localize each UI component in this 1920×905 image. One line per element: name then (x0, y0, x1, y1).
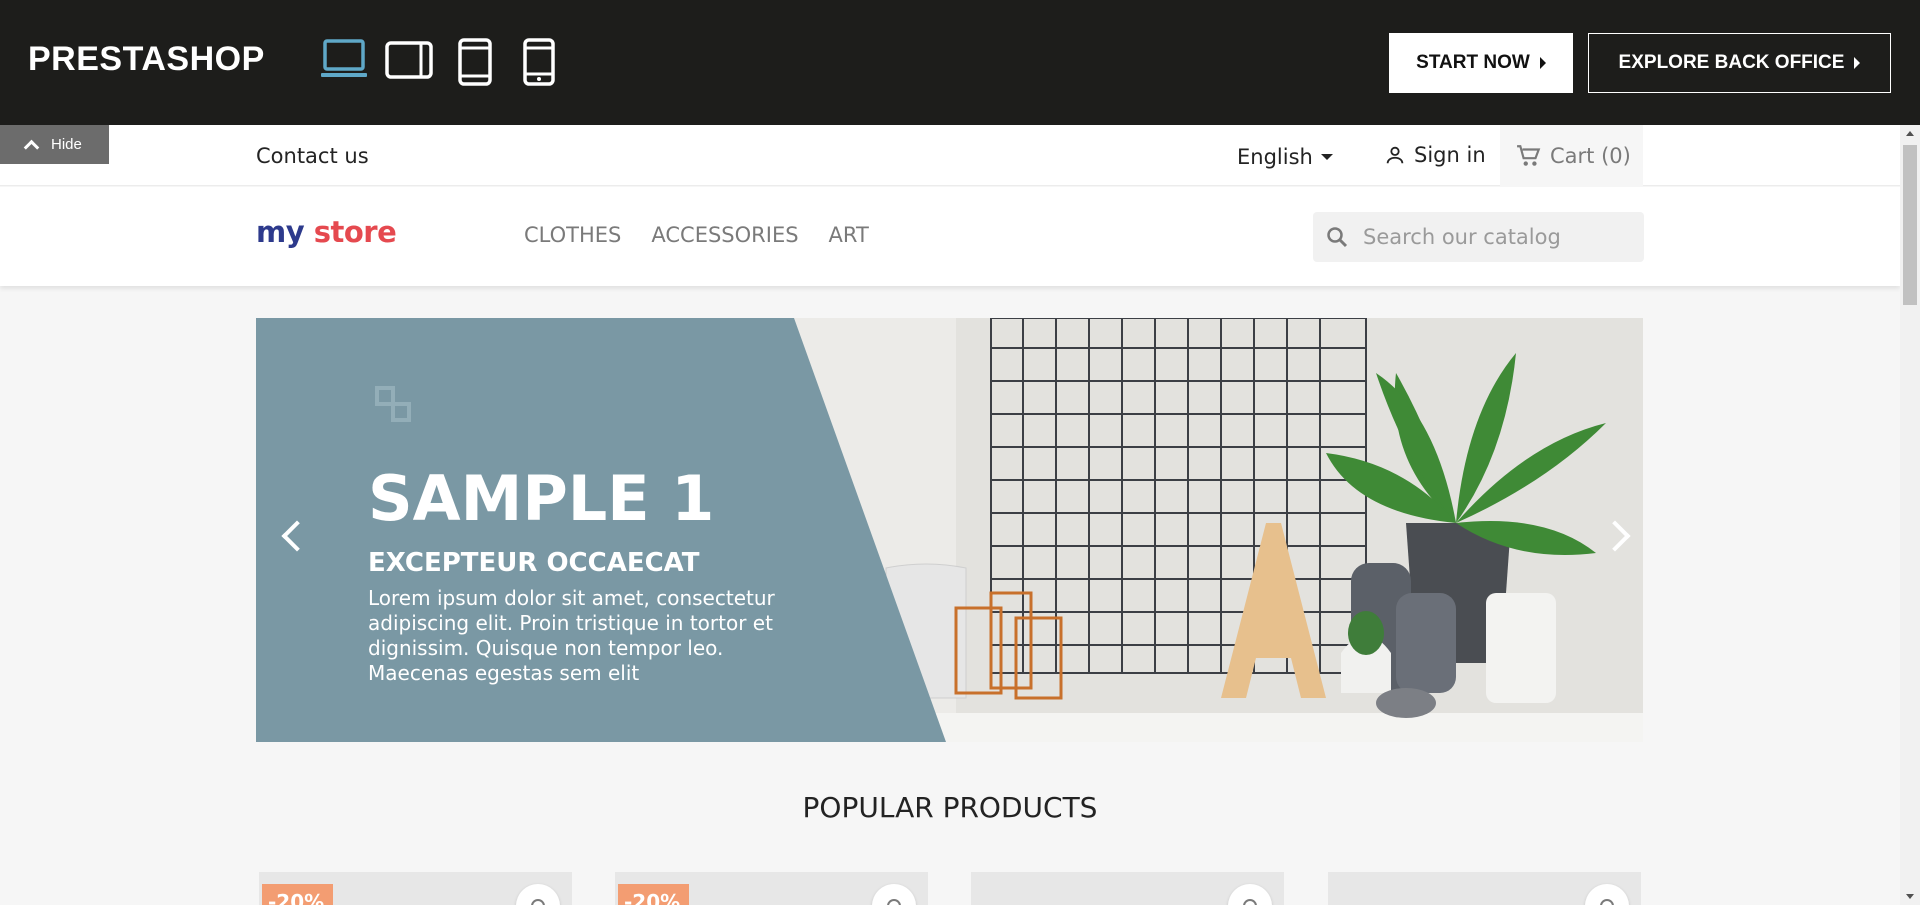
wishlist-heart-icon[interactable] (872, 884, 916, 905)
store-frame: Contact us English Sign in Cart (0) my s… (0, 125, 1900, 905)
language-label: English (1237, 145, 1313, 169)
explore-label: EXPLORE BACK OFFICE (1618, 52, 1845, 73)
desktop-icon[interactable] (320, 38, 368, 84)
search-widget (1313, 212, 1644, 262)
cart-icon (1517, 144, 1541, 166)
sign-in-label: Sign in (1414, 143, 1486, 167)
main-menu: CLOTHES ACCESSORIES ART (524, 223, 869, 247)
slide-title: SAMPLE 1 (368, 462, 715, 535)
wishlist-heart-icon[interactable] (1228, 884, 1272, 905)
my-store-logo[interactable]: my store (256, 215, 397, 249)
tablet-portrait-icon[interactable] (458, 38, 492, 86)
menu-item-art[interactable]: ART (829, 223, 869, 247)
language-selector[interactable]: English (1237, 145, 1333, 169)
cart-link[interactable]: Cart (0) (1500, 125, 1643, 186)
scroll-down-arrow-icon[interactable] (1906, 894, 1914, 899)
explore-back-office-button[interactable]: EXPLORE BACK OFFICE (1588, 33, 1891, 93)
discount-badge: -20% (618, 884, 689, 905)
tablet-landscape-icon[interactable] (385, 38, 433, 84)
page-scrollbar[interactable] (1900, 125, 1920, 905)
wishlist-heart-icon[interactable] (516, 884, 560, 905)
search-input[interactable] (1363, 225, 1623, 249)
contact-us-link[interactable]: Contact us (256, 144, 369, 168)
product-card[interactable] (1328, 872, 1641, 905)
product-card[interactable]: -20% (259, 872, 572, 905)
cart-label: Cart (0) (1550, 143, 1631, 168)
start-now-label: START NOW (1416, 52, 1530, 73)
logo-word-my: my (256, 215, 305, 249)
header-nav: Contact us English Sign in Cart (0) (0, 125, 1900, 186)
caret-right-icon (1854, 57, 1861, 69)
product-card[interactable] (971, 872, 1284, 905)
sign-in-link[interactable]: Sign in (1384, 143, 1486, 167)
hide-bar-button[interactable]: Hide (0, 125, 109, 164)
wishlist-heart-icon[interactable] (1585, 884, 1629, 905)
header-main: my store CLOTHES ACCESSORIES ART (0, 187, 1900, 286)
chevron-up-icon (23, 139, 40, 156)
slide-caption: SAMPLE 1 EXCEPTEUR OCCAECAT Lorem ipsum … (368, 468, 788, 686)
caret-down-icon (1320, 154, 1333, 160)
scroll-up-arrow-icon[interactable] (1906, 131, 1914, 136)
popular-products-heading: POPULAR PRODUCTS (802, 791, 1098, 824)
menu-item-clothes[interactable]: CLOTHES (524, 223, 621, 247)
slide-subtitle: EXCEPTEUR OCCAECAT (368, 548, 700, 578)
product-card[interactable]: -20% (615, 872, 928, 905)
hero-carousel: SAMPLE 1 EXCEPTEUR OCCAECAT Lorem ipsum … (256, 318, 1643, 742)
user-icon (1386, 146, 1404, 164)
caret-right-icon (1539, 57, 1546, 69)
discount-badge: -20% (262, 884, 333, 905)
slide-description: Lorem ipsum dolor sit amet, consectetur … (368, 586, 775, 685)
menu-item-accessories[interactable]: ACCESSORIES (651, 223, 798, 247)
mobile-icon[interactable] (523, 38, 555, 86)
logo-word-store: store (313, 215, 397, 249)
demo-top-bar: PRESTASHOP START NOW EXPLORE BACK OFFICE (0, 0, 1920, 125)
scrollbar-thumb[interactable] (1903, 145, 1917, 305)
prestashop-logo[interactable]: PRESTASHOP (28, 40, 265, 79)
start-now-button[interactable]: START NOW (1389, 33, 1573, 93)
hide-label: Hide (51, 136, 82, 153)
search-icon[interactable] (1325, 225, 1349, 249)
